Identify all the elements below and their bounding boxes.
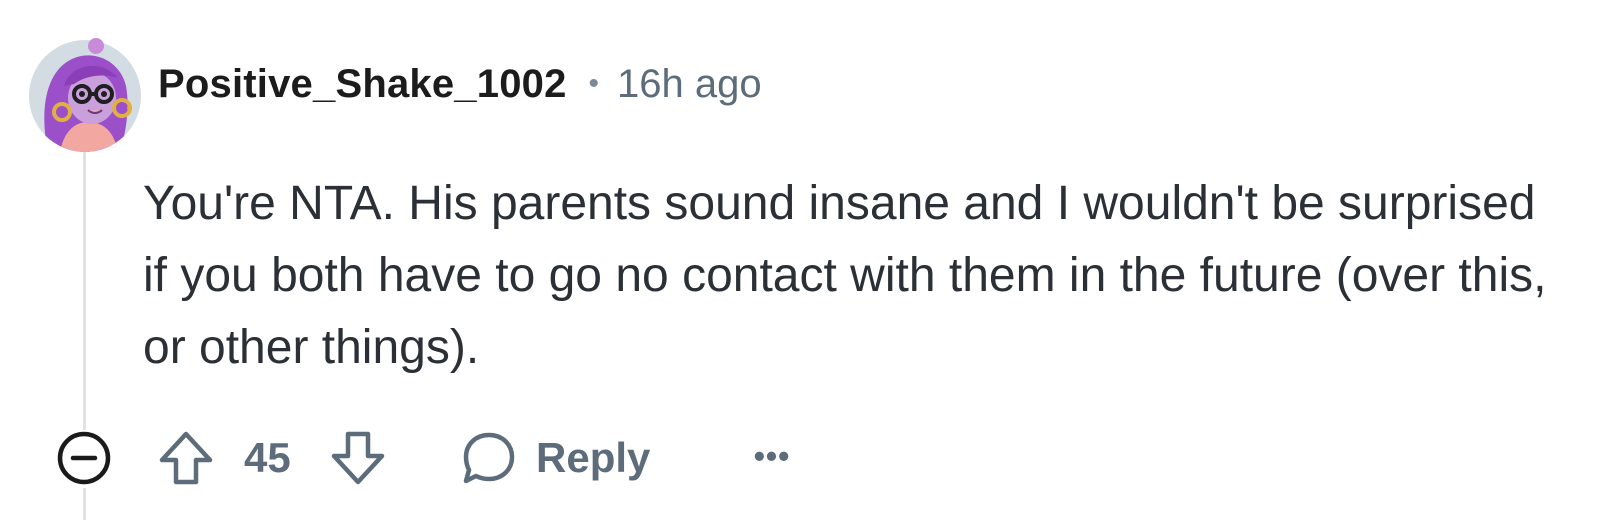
minus-circle-icon	[57, 431, 111, 485]
timestamp[interactable]: 16h ago	[617, 62, 762, 107]
thread-line	[83, 150, 86, 430]
upvote-button[interactable]	[156, 428, 216, 488]
thread-line-continuation	[83, 488, 86, 520]
arrow-up-icon	[159, 431, 213, 485]
action-bar: 45 Reply •••	[56, 424, 816, 490]
comment-header: Positive_Shake_1002 • 16h ago	[158, 56, 762, 112]
reply-label: Reply	[536, 434, 651, 481]
speech-bubble-icon	[463, 432, 515, 484]
ellipsis-icon: •••	[753, 437, 791, 474]
vote-count: 45	[244, 434, 291, 481]
username[interactable]: Positive_Shake_1002	[158, 62, 567, 107]
arrow-down-icon	[331, 431, 385, 485]
more-options-button[interactable]: •••	[750, 438, 794, 474]
comment-body: You're NTA. His parents sound insane and…	[143, 177, 1547, 374]
avatar-icon	[29, 38, 141, 152]
separator-dot: •	[588, 67, 600, 100]
downvote-button[interactable]	[328, 428, 388, 488]
reply-button[interactable]: Reply	[460, 428, 650, 488]
avatar[interactable]	[26, 34, 144, 152]
collapse-button[interactable]	[56, 430, 112, 486]
